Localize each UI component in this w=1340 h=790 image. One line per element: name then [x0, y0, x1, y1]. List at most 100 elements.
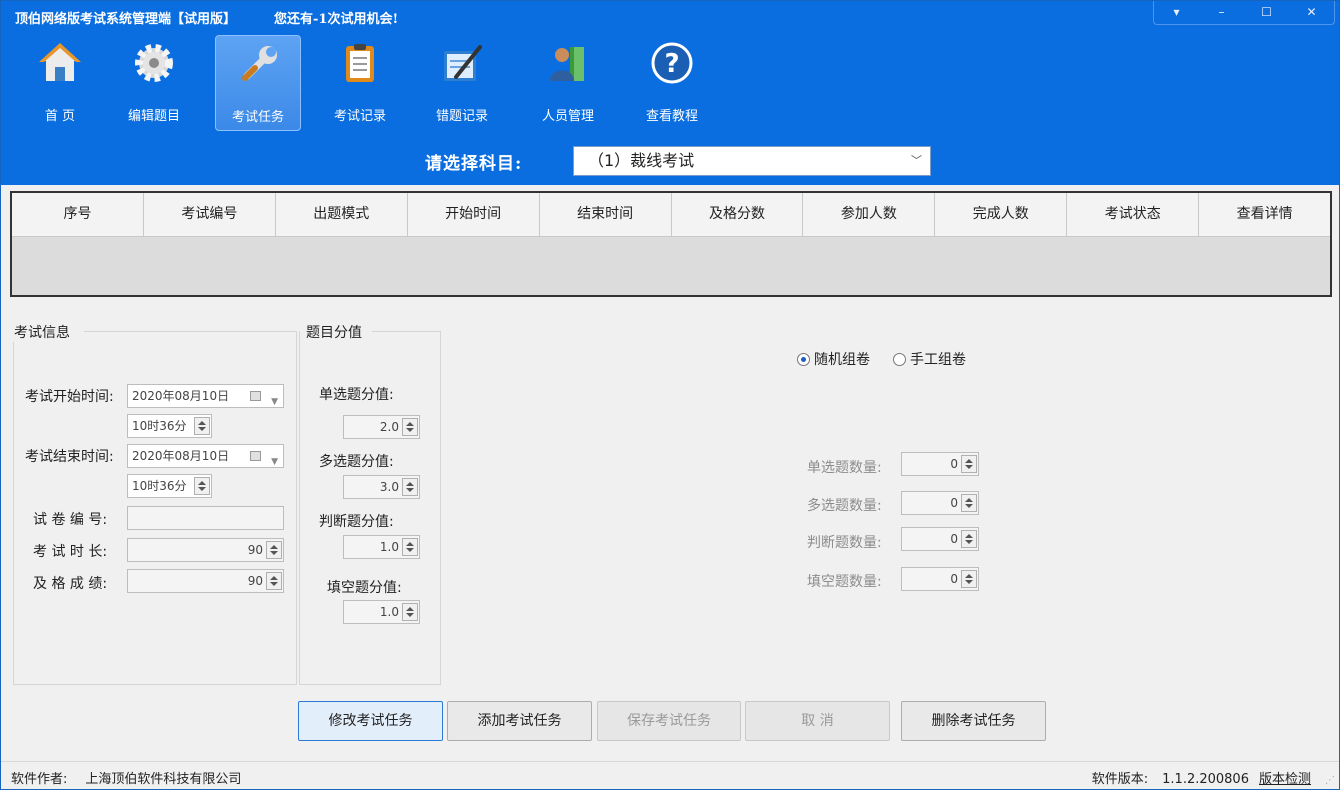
fill-count-value: 0	[950, 572, 958, 586]
close-button[interactable]: ✕	[1289, 1, 1334, 24]
home-icon	[39, 43, 81, 81]
single-score-spinner[interactable]: 2.0	[343, 415, 420, 439]
start-date-value: 2020年08月10日	[132, 389, 230, 403]
column-header[interactable]: 考试编号	[144, 193, 276, 236]
multi-score-spinner[interactable]: 3.0	[343, 475, 420, 499]
judge-count-label: 判断题数量:	[807, 535, 882, 551]
column-header[interactable]: 序号	[12, 193, 144, 236]
spinner-arrows-icon[interactable]	[402, 478, 418, 496]
column-header[interactable]: 考试状态	[1067, 193, 1200, 236]
spinner-arrows-icon[interactable]	[194, 477, 210, 495]
column-header[interactable]: 查看详情	[1199, 193, 1330, 236]
single-count-spinner[interactable]: 0	[901, 452, 979, 476]
multi-count-label: 多选题数量:	[807, 498, 882, 514]
svg-text:?: ?	[664, 49, 679, 79]
spinner-arrows-icon[interactable]	[961, 494, 977, 512]
end-date-value: 2020年08月10日	[132, 449, 230, 463]
clipboard-icon	[346, 44, 374, 82]
status-bar: 软件作者: 上海顶伯软件科技有限公司 软件版本: 1.1.2.200806 版本检测 …	[1, 761, 1339, 789]
spinner-arrows-icon[interactable]	[961, 570, 977, 588]
end-time-label: 考试结束时间:	[25, 449, 114, 465]
spinner-arrows-icon[interactable]	[266, 572, 282, 590]
minimize-button[interactable]: –	[1199, 1, 1244, 24]
cancel-button[interactable]: 取 消	[745, 701, 890, 741]
column-header[interactable]: 开始时间	[408, 193, 540, 236]
window-title: 顶伯网络版考试系统管理端【试用版】 您还有-1次试用机会!	[15, 8, 398, 27]
app-title: 顶伯网络版考试系统管理端【试用版】	[15, 12, 237, 27]
notebook-icon	[444, 45, 482, 81]
paper-number-input[interactable]	[127, 506, 284, 530]
spinner-arrows-icon[interactable]	[402, 603, 418, 621]
pass-score-spinner[interactable]: 90	[127, 569, 284, 593]
column-header[interactable]: 及格分数	[672, 193, 804, 236]
multi-count-spinner[interactable]: 0	[901, 491, 979, 515]
subject-selected-value: （1）裁线考试	[588, 151, 695, 170]
duration-spinner[interactable]: 90	[127, 538, 284, 562]
trial-notice: 您还有-1次试用机会!	[274, 12, 399, 27]
resize-grip-icon[interactable]: ⋰	[1325, 775, 1335, 786]
start-date-picker[interactable]: 2020年08月10日 ▼	[127, 384, 284, 408]
judge-score-spinner[interactable]: 1.0	[343, 535, 420, 559]
app-window: 顶伯网络版考试系统管理端【试用版】 您还有-1次试用机会! ▾ – ☐ ✕ 首 页	[0, 0, 1340, 790]
toolbar-user-management[interactable]: 人员管理	[525, 35, 611, 131]
toolbar-exam-records-label: 考试记录	[333, 109, 386, 124]
multi-score-value: 3.0	[379, 480, 399, 494]
column-header[interactable]: 结束时间	[540, 193, 672, 236]
fill-score-spinner[interactable]: 1.0	[343, 600, 420, 624]
toolbar-wrong-records-label: 错题记录	[435, 109, 488, 124]
check-update-link[interactable]: 版本检测	[1259, 772, 1311, 787]
judge-score-value: 1.0	[379, 540, 399, 554]
end-date-picker[interactable]: 2020年08月10日 ▼	[127, 444, 284, 468]
exam-task-table[interactable]: 序号 考试编号 出题模式 开始时间 结束时间 及格分数 参加人数 完成人数 考试…	[10, 191, 1332, 297]
column-header[interactable]: 参加人数	[803, 193, 936, 236]
spinner-arrows-icon[interactable]	[402, 418, 418, 436]
spinner-arrows-icon[interactable]	[961, 530, 977, 548]
single-count-label: 单选题数量:	[807, 460, 882, 476]
spinner-arrows-icon[interactable]	[402, 538, 418, 556]
judge-score-label: 判断题分值:	[319, 514, 394, 530]
toolbar-wrong-records[interactable]: 错题记录	[419, 35, 505, 131]
toolbar-home[interactable]: 首 页	[17, 35, 103, 131]
single-count-value: 0	[950, 457, 958, 471]
toolbar-user-management-label: 人员管理	[541, 109, 594, 124]
fill-count-label: 填空题数量:	[807, 574, 882, 590]
help-icon: ?	[651, 42, 693, 84]
wrench-icon	[242, 46, 277, 81]
add-task-button[interactable]: 添加考试任务	[447, 701, 592, 741]
spinner-arrows-icon[interactable]	[266, 541, 282, 559]
judge-count-spinner[interactable]: 0	[901, 527, 979, 551]
column-header[interactable]: 完成人数	[935, 193, 1068, 236]
fill-count-spinner[interactable]: 0	[901, 567, 979, 591]
subject-label: 请选择科目:	[425, 153, 523, 174]
subject-row: 请选择科目: （1）裁线考试 ﹀	[425, 146, 931, 176]
subject-select[interactable]: （1）裁线考试 ﹀	[573, 146, 931, 176]
author-info: 软件作者: 上海顶伯软件科技有限公司	[11, 768, 241, 787]
pass-score-value: 90	[247, 574, 263, 588]
toolbar-edit-questions[interactable]: 编辑题目	[111, 35, 197, 131]
start-time-spinner[interactable]: 10时36分	[127, 414, 212, 438]
maximize-button[interactable]: ☐	[1244, 1, 1289, 24]
single-score-label: 单选题分值:	[319, 387, 394, 403]
pass-score-label: 及 格 成 绩:	[33, 576, 108, 592]
menu-dropdown-button[interactable]: ▾	[1154, 1, 1199, 24]
delete-task-button[interactable]: 删除考试任务	[901, 701, 1046, 741]
modify-task-button[interactable]: 修改考试任务	[298, 701, 443, 741]
save-task-button[interactable]: 保存考试任务	[597, 701, 741, 741]
start-time-label: 考试开始时间:	[25, 389, 114, 405]
end-time-spinner[interactable]: 10时36分	[127, 474, 212, 498]
fill-score-label: 填空题分值:	[327, 580, 402, 596]
spinner-arrows-icon[interactable]	[961, 455, 977, 473]
duration-label: 考 试 时 长:	[33, 544, 108, 560]
spinner-arrows-icon[interactable]	[194, 417, 210, 435]
toolbar-tutorial-label: 查看教程	[645, 109, 698, 124]
toolbar-tutorial[interactable]: ? 查看教程	[629, 35, 715, 131]
toolbar-exam-tasks[interactable]: 考试任务	[215, 35, 301, 131]
manual-compose-radio[interactable]: 手工组卷	[893, 349, 966, 369]
multi-score-label: 多选题分值:	[319, 454, 394, 470]
random-compose-radio[interactable]: 随机组卷	[797, 349, 870, 369]
single-score-value: 2.0	[379, 420, 399, 434]
toolbar-exam-records[interactable]: 考试记录	[317, 35, 403, 131]
column-header[interactable]: 出题模式	[276, 193, 408, 236]
end-time-value: 10时36分	[132, 479, 187, 493]
company-name: 上海顶伯软件科技有限公司	[85, 772, 242, 787]
